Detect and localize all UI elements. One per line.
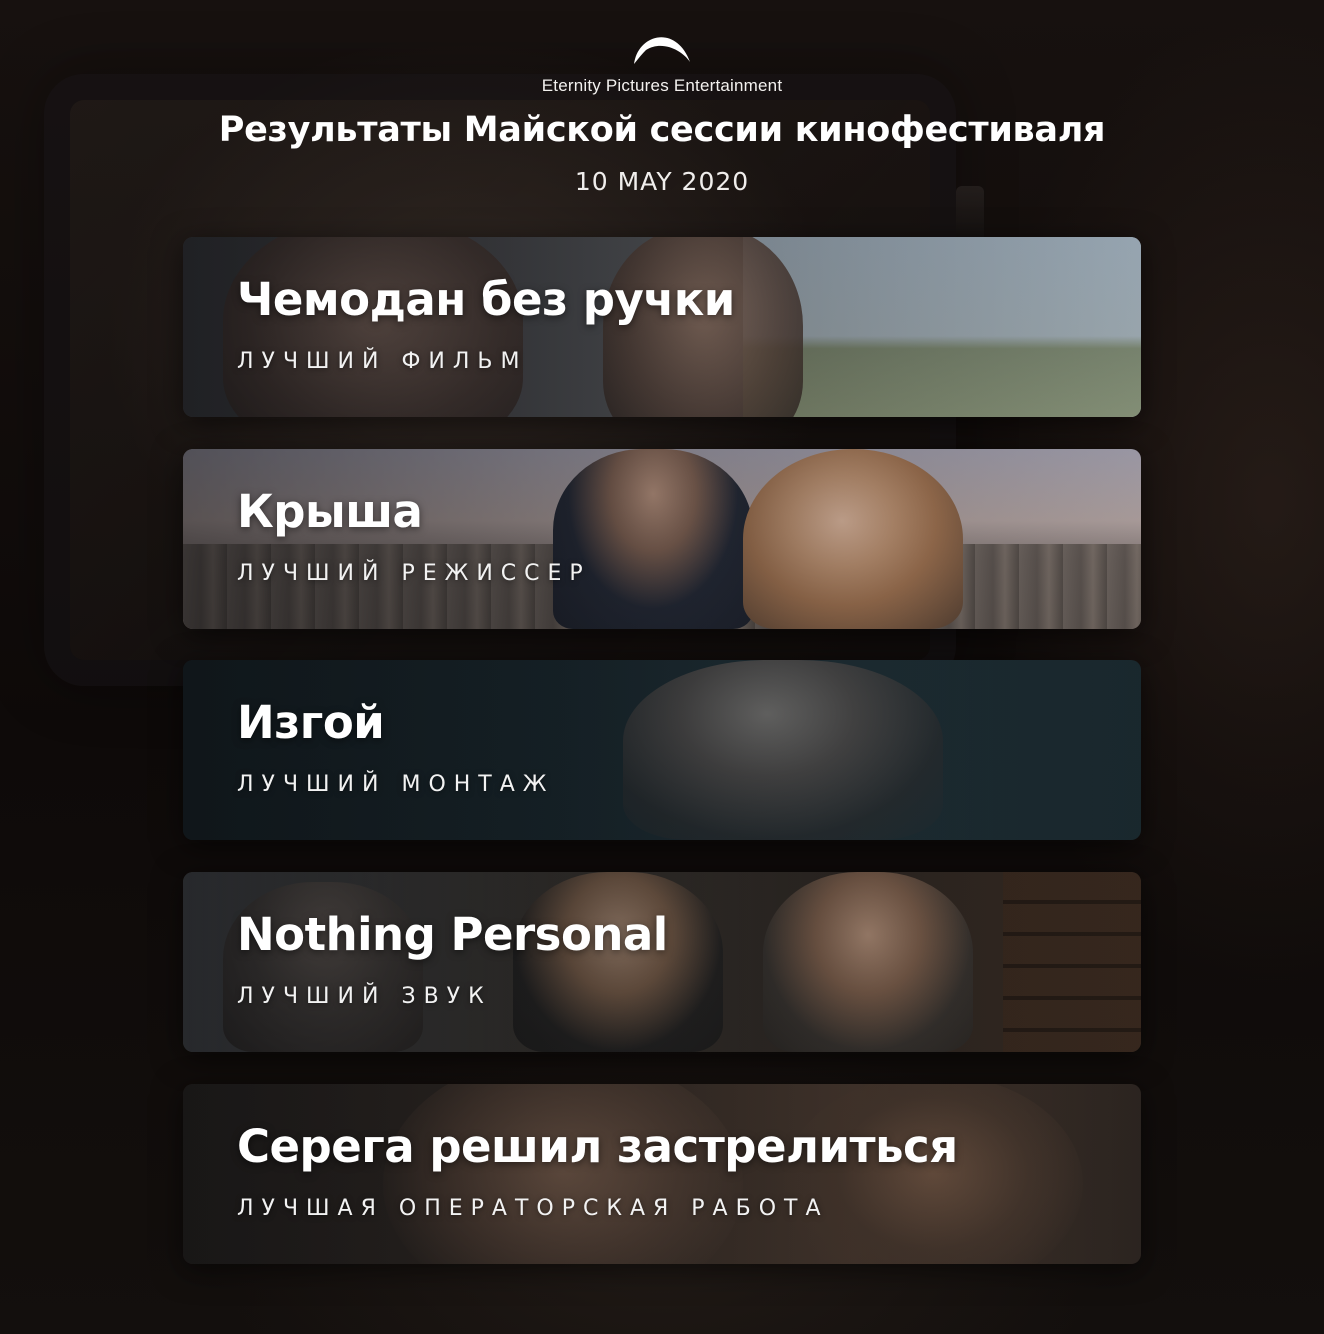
award-card-best-cinematography[interactable]: Серега решил застрелиться ЛУЧШАЯ ОПЕРАТО… xyxy=(183,1084,1141,1264)
film-title: Серега решил застрелиться xyxy=(237,1120,958,1173)
award-category: ЛУЧШИЙ РЕЖИССЕР xyxy=(237,561,591,586)
film-title: Nothing Personal xyxy=(237,908,668,961)
award-card-best-editing[interactable]: Изгой ЛУЧШИЙ МОНТАЖ xyxy=(183,660,1141,840)
half-moon-arc-logo-icon xyxy=(634,37,690,64)
film-title: Крыша xyxy=(237,485,423,538)
event-date: 10 MAY 2020 xyxy=(574,167,750,196)
award-category: ЛУЧШАЯ ОПЕРАТОРСКАЯ РАБОТА xyxy=(237,1196,829,1221)
award-card-best-sound[interactable]: Nothing Personal ЛУЧШИЙ ЗВУК xyxy=(183,872,1141,1052)
award-card-best-film[interactable]: Чемодан без ручки ЛУЧШИЙ ФИЛЬМ xyxy=(183,237,1141,417)
card-overlay xyxy=(183,449,1141,629)
award-category: ЛУЧШИЙ ЗВУК xyxy=(237,984,492,1009)
film-title: Чемодан без ручки xyxy=(237,273,735,326)
page-title: Результаты Майской сессии кинофестиваля xyxy=(218,110,1106,150)
film-title: Изгой xyxy=(237,696,385,749)
card-overlay xyxy=(183,237,1141,417)
card-overlay xyxy=(183,872,1141,1052)
card-overlay xyxy=(183,1084,1141,1264)
card-overlay xyxy=(183,660,1141,840)
brand-name: Eternity Pictures Entertainment xyxy=(541,76,783,95)
award-card-best-director[interactable]: Крыша ЛУЧШИЙ РЕЖИССЕР xyxy=(183,449,1141,629)
award-category: ЛУЧШИЙ ФИЛЬМ xyxy=(237,349,528,374)
award-category: ЛУЧШИЙ МОНТАЖ xyxy=(237,772,555,797)
